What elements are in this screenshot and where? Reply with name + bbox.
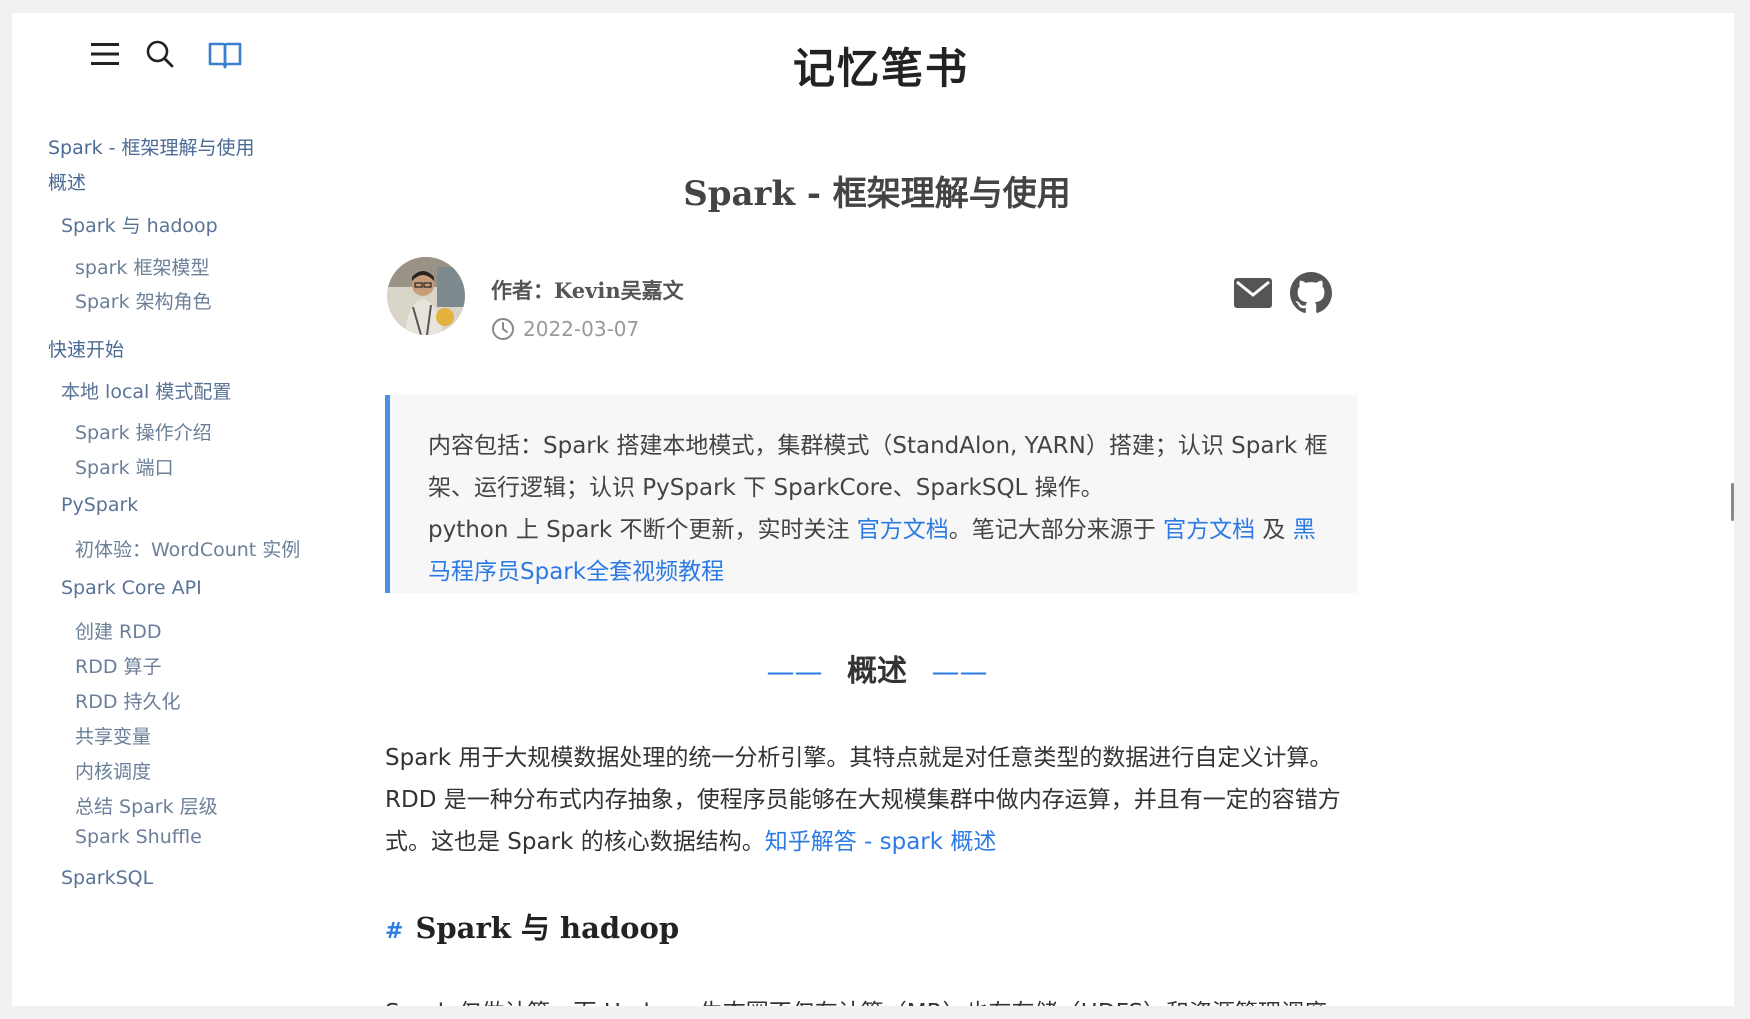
page: 记忆笔书 Spark - 框架理解与使用概述 Spark 与 hadoop spar…	[12, 13, 1734, 1006]
toc-item[interactable]: 初体验：WordCount 实例	[75, 535, 300, 562]
post-date-row: 2022-03-07	[491, 317, 639, 341]
summary-text: 。笔记大部分来源于	[948, 517, 1164, 543]
official-docs-link[interactable]: 官方文档	[857, 517, 949, 543]
toc-item[interactable]: SparkSQL	[61, 867, 153, 889]
github-icon[interactable]	[1290, 272, 1332, 314]
heading-dash-left: ——	[766, 655, 823, 688]
section-heading-text: 概述	[847, 654, 907, 689]
toc-item[interactable]: 共享变量	[75, 722, 151, 749]
summary-line-1: 内容包括：Spark 搭建本地模式，集群模式（StandAlon, YARN）搭…	[428, 433, 1328, 501]
toc-item[interactable]: 创建 RDD	[75, 617, 162, 644]
toc-item[interactable]: PySpark	[61, 494, 138, 516]
author-name: 作者：Kevin吴嘉文	[491, 278, 684, 303]
overview-paragraph: Spark 用于大规模数据处理的统一分析引擎。其特点就是对任意类型的数据进行自定…	[385, 737, 1365, 863]
post-date: 2022-03-07	[523, 317, 640, 341]
clock-icon	[492, 318, 514, 340]
toc-item[interactable]: 快速开始	[48, 335, 124, 362]
toc-item[interactable]: Spark 端口	[75, 453, 174, 480]
subsection-paragraph: Spark 仅做计算，而 Hadoop 生态圈不仅有计算（MR）也有存储（HDF…	[385, 993, 1365, 1006]
site-title[interactable]: 记忆笔书	[28, 35, 1734, 96]
summary-line-2: python 上 Spark 不断个更新，实时关注 官方文档。笔记大部分来源于 …	[428, 509, 1335, 593]
toc-item[interactable]: 内核调度	[75, 757, 151, 784]
heading-dash-right: ——	[931, 655, 988, 688]
summary-text: python 上 Spark 不断个更新，实时关注	[428, 517, 857, 543]
mail-icon[interactable]	[1234, 278, 1272, 308]
section-heading-overview: —— 概述 ——	[12, 646, 1734, 690]
official-docs-link-2[interactable]: 官方文档	[1163, 517, 1255, 543]
toc-item[interactable]: Spark 架构角色	[75, 287, 212, 314]
post-title: Spark - 框架理解与使用	[683, 174, 1071, 214]
toc-item[interactable]: Spark 与 hadoop	[61, 211, 218, 238]
scrollbar-thumb[interactable]	[1731, 483, 1734, 521]
toc-item[interactable]: 总结 Spark 层级	[75, 792, 218, 819]
heading-anchor-link[interactable]: #	[385, 919, 403, 944]
toc-item[interactable]: RDD 持久化	[75, 687, 181, 714]
toc-item[interactable]: Spark Core API	[61, 577, 202, 599]
subsection-heading: # Spark 与 hadoop	[385, 905, 679, 947]
toc-item[interactable]: Spark 操作介绍	[75, 418, 212, 445]
toc-item[interactable]: Spark Shuffle	[75, 826, 202, 848]
toc-item[interactable]: spark 框架模型	[75, 253, 209, 280]
zhihu-link[interactable]: 知乎解答 - spark 概述	[765, 829, 997, 855]
summary-text: 及	[1255, 517, 1293, 543]
summary-blockquote: 内容包括：Spark 搭建本地模式，集群模式（StandAlon, YARN）搭…	[385, 395, 1357, 593]
author-avatar[interactable]	[387, 257, 465, 335]
subsection-heading-text: Spark 与 hadoop	[415, 911, 680, 945]
toc-item[interactable]: Spark - 框架理解与使用	[48, 133, 255, 160]
toc-item[interactable]: 本地 local 模式配置	[61, 377, 231, 404]
